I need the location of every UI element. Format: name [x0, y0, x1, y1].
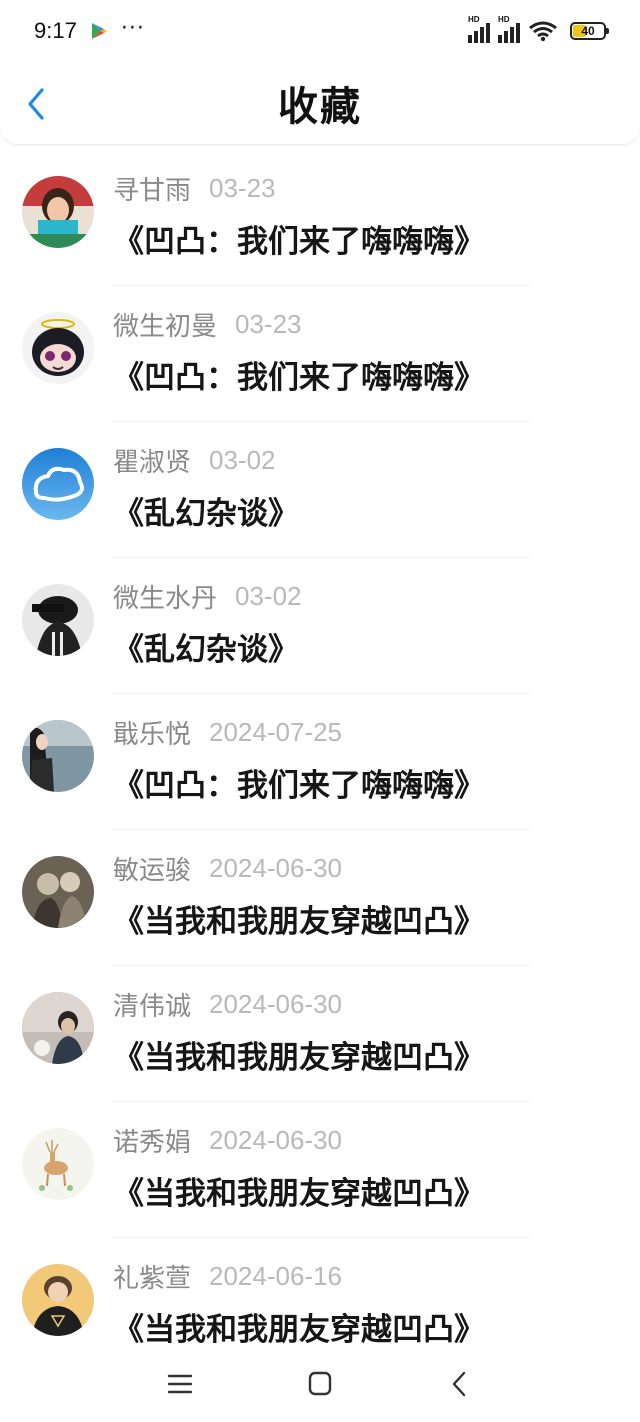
status-bar: 9:17 ··· HD HD 40	[0, 0, 640, 62]
work-title[interactable]: 《当我和我朋友穿越凹凸》	[113, 1168, 485, 1213]
user-name[interactable]: 戢乐悦	[113, 714, 191, 751]
item-meta: 微生初曼 03-23	[113, 306, 302, 343]
date-label: 2024-06-30	[209, 989, 343, 1019]
avatar	[22, 856, 94, 928]
battery-level: 40	[581, 24, 595, 38]
page-title: 收藏	[278, 84, 362, 130]
date-label: 2024-06-30	[209, 853, 343, 883]
hd-label: HD	[468, 15, 480, 24]
list-item[interactable]: 清伟诚 2024-06-30 《当我和我朋友穿越凹凸》	[0, 966, 640, 1102]
user-name[interactable]: 微生水丹	[113, 578, 217, 615]
item-meta: 清伟诚 2024-06-30	[113, 986, 342, 1023]
avatar	[22, 584, 94, 656]
more-notifications-icon: ···	[120, 15, 145, 41]
item-meta: 微生水丹 03-02	[113, 578, 302, 615]
favorites-list: 寻甘雨 03-23 《凹凸：我们来了嗨嗨嗨》 微生初曼 03-23 《凹凸：我们…	[0, 150, 640, 1374]
avatar	[22, 176, 94, 248]
avatar	[22, 992, 94, 1064]
signal-icon: HD	[468, 15, 490, 43]
item-meta: 礼紫萱 2024-06-16	[113, 1258, 342, 1295]
list-item[interactable]: 诺秀娟 2024-06-30 《当我和我朋友穿越凹凸》	[0, 1102, 640, 1238]
work-title[interactable]: 《当我和我朋友穿越凹凸》	[113, 1032, 485, 1077]
list-item[interactable]: 微生初曼 03-23 《凹凸：我们来了嗨嗨嗨》	[0, 286, 640, 422]
date-label: 2024-06-30	[209, 1125, 343, 1155]
user-name[interactable]: 寻甘雨	[113, 170, 191, 207]
date-label: 2024-06-16	[209, 1261, 343, 1291]
avatar	[22, 448, 94, 520]
work-title[interactable]: 《凹凸：我们来了嗨嗨嗨》	[113, 760, 485, 805]
item-meta: 寻甘雨 03-23	[113, 170, 276, 207]
play-store-icon	[91, 23, 107, 39]
menu-icon[interactable]	[162, 1368, 198, 1400]
item-meta: 敏运骏 2024-06-30	[113, 850, 342, 887]
date-label: 03-02	[209, 445, 276, 475]
home-square-icon[interactable]	[302, 1368, 338, 1400]
battery-icon: 40	[570, 22, 609, 40]
list-item[interactable]: 瞿淑贤 03-02 《乱幻杂谈》	[0, 422, 640, 558]
user-name[interactable]: 微生初曼	[113, 306, 217, 343]
status-time: 9:17	[34, 18, 77, 43]
back-button[interactable]	[20, 84, 56, 124]
work-title[interactable]: 《当我和我朋友穿越凹凸》	[113, 896, 485, 941]
list-item[interactable]: 戢乐悦 2024-07-25 《凹凸：我们来了嗨嗨嗨》	[0, 694, 640, 830]
work-title[interactable]: 《乱幻杂谈》	[113, 488, 299, 533]
top-app-bar: 收藏	[0, 62, 640, 145]
avatar	[22, 1128, 94, 1200]
list-item[interactable]: 微生水丹 03-02 《乱幻杂谈》	[0, 558, 640, 694]
status-left: 9:17 ···	[34, 15, 145, 44]
user-name[interactable]: 瞿淑贤	[113, 442, 191, 479]
user-name[interactable]: 清伟诚	[113, 986, 191, 1023]
hd-label: HD	[498, 15, 510, 24]
date-label: 03-02	[235, 581, 302, 611]
chevron-left-icon	[28, 88, 44, 120]
date-label: 03-23	[235, 309, 302, 339]
work-title[interactable]: 《凹凸：我们来了嗨嗨嗨》	[113, 352, 485, 397]
avatar	[22, 720, 94, 792]
avatar	[22, 1264, 94, 1336]
user-name[interactable]: 诺秀娟	[113, 1122, 191, 1159]
list-item[interactable]: 敏运骏 2024-06-30 《当我和我朋友穿越凹凸》	[0, 830, 640, 966]
list-item[interactable]: 寻甘雨 03-23 《凹凸：我们来了嗨嗨嗨》	[0, 150, 640, 286]
back-triangle-icon[interactable]	[442, 1368, 478, 1400]
wifi-icon	[529, 21, 557, 42]
item-meta: 戢乐悦 2024-07-25	[113, 714, 342, 751]
date-label: 2024-07-25	[209, 717, 343, 747]
date-label: 03-23	[209, 173, 276, 203]
item-meta: 诺秀娟 2024-06-30	[113, 1122, 342, 1159]
item-meta: 瞿淑贤 03-02	[113, 442, 276, 479]
work-title[interactable]: 《凹凸：我们来了嗨嗨嗨》	[113, 216, 485, 261]
user-name[interactable]: 礼紫萱	[113, 1258, 191, 1295]
signal-icon: HD	[498, 15, 520, 43]
avatar	[22, 312, 94, 384]
status-right: HD HD 40	[468, 15, 609, 43]
user-name[interactable]: 敏运骏	[113, 850, 191, 887]
work-title[interactable]: 《当我和我朋友穿越凹凸》	[113, 1304, 485, 1349]
system-nav-bar	[0, 1350, 640, 1422]
work-title[interactable]: 《乱幻杂谈》	[113, 624, 299, 669]
